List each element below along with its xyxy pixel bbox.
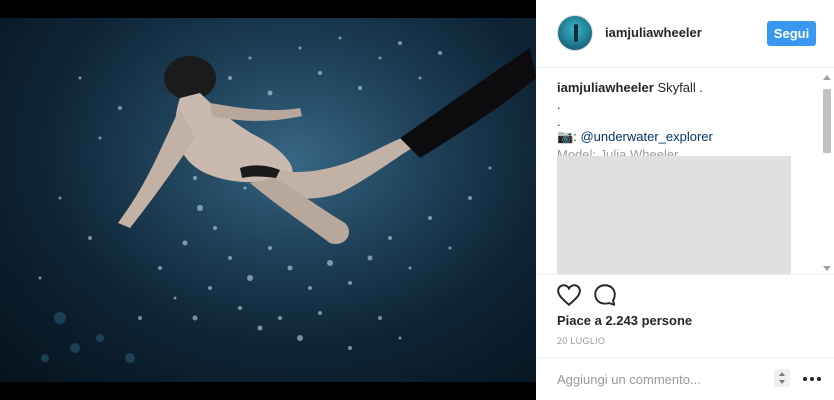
post-date: 20 LUGLIO <box>557 336 606 346</box>
username-link[interactable]: iamjuliawheeler <box>605 25 702 40</box>
comment-row <box>536 357 834 400</box>
comment-input[interactable] <box>557 370 757 388</box>
comment-icon[interactable] <box>592 282 618 308</box>
caption-dot-line: . <box>557 97 561 112</box>
more-options-icon[interactable] <box>802 376 822 382</box>
caption-credit-line: 📷: @underwater_explorer <box>557 129 713 145</box>
caption-text: Skyfall . <box>657 80 703 95</box>
camera-icon: 📷: <box>557 129 577 144</box>
scroll-down-arrow-icon[interactable] <box>823 266 831 271</box>
likes-count[interactable]: Piace a 2.243 persone <box>557 313 692 328</box>
post-actions <box>536 280 834 310</box>
scroll-up-arrow-icon[interactable] <box>823 75 831 80</box>
ad-placeholder <box>557 156 791 274</box>
avatar[interactable] <box>557 15 593 51</box>
post-photo[interactable] <box>0 18 536 382</box>
photo-area <box>0 0 536 400</box>
caption-dot-line: . <box>557 114 561 129</box>
underwater-diver-image <box>0 18 536 382</box>
scroll-thumb[interactable] <box>823 89 831 153</box>
post-side-panel: iamjuliawheeler Segui iamjuliawheeler Sk… <box>536 0 834 400</box>
caption-line: iamjuliawheeler Skyfall . <box>557 80 703 96</box>
follow-button[interactable]: Segui <box>767 21 816 46</box>
caption-area: iamjuliawheeler Skyfall . . . 📷: @underw… <box>536 69 834 275</box>
heart-icon[interactable] <box>556 282 582 308</box>
caption-username[interactable]: iamjuliawheeler <box>557 80 654 95</box>
mention-link[interactable]: @underwater_explorer <box>580 129 712 144</box>
caption-scrollbar[interactable] <box>820 75 834 274</box>
post-header: iamjuliawheeler Segui <box>536 0 834 68</box>
sort-arrows-icon[interactable] <box>774 369 790 387</box>
